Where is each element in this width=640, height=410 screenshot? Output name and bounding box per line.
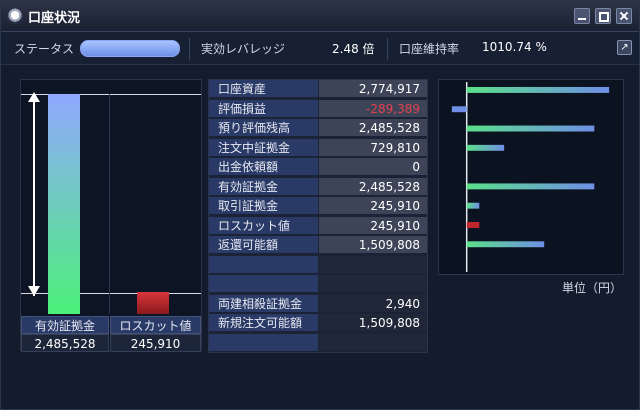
divider [189, 38, 190, 60]
chart-bar [466, 144, 505, 151]
maximize-button[interactable] [595, 8, 611, 24]
external-link-icon[interactable]: ↗ [617, 40, 632, 55]
margin-gauge: 有効証拠金 ロスカット値 2,485,528 245,910 [20, 79, 202, 352]
row-value: 729,810 [319, 138, 427, 157]
chart-bar [466, 241, 545, 248]
row-label [209, 255, 318, 274]
row-label: 口座資産 [209, 80, 318, 98]
row-value: 2,940 [319, 294, 427, 313]
table-row: 注文中証拠金 729,810 [209, 138, 427, 158]
status-label: ステータス [14, 42, 75, 56]
row-label: 両建相殺証拠金 [209, 294, 318, 313]
effective-margin-label: 有効証拠金 [21, 316, 109, 334]
table-row: 口座資産 2,774,917 [209, 80, 427, 99]
app-icon [7, 8, 23, 24]
row-label [209, 333, 318, 352]
row-value [319, 255, 427, 274]
row-label: 評価損益 [209, 99, 318, 118]
row-label [209, 275, 318, 293]
balance-bar-chart [438, 79, 624, 275]
row-value: 1,509,808 [319, 236, 427, 254]
row-label: 注文中証拠金 [209, 138, 318, 157]
chart-bar [466, 222, 480, 228]
account-table: 口座資産 2,774,917 評価損益 -289,389 預り評価残高 2,485,528… [208, 79, 428, 353]
maintenance-rate-value: 1010.74 % [482, 40, 547, 54]
chart-unit-label: 単位（円） [562, 281, 623, 295]
losscut-label: ロスカット値 [110, 316, 201, 334]
status-bar: ステータス 実効レバレッジ 2.48 倍 口座維持率 1010.74 % [1, 32, 639, 65]
table-row: 評価損益 -289,389 [209, 99, 427, 119]
close-button[interactable] [616, 8, 632, 24]
chart-bar [466, 125, 595, 132]
row-label: 預り評価残高 [209, 119, 318, 137]
chart-bar [466, 86, 610, 93]
divider [387, 38, 388, 60]
row-value [319, 275, 427, 293]
table-row: 預り評価残高 2,485,528 [209, 119, 427, 138]
gauge-divider [109, 94, 110, 314]
minimize-button[interactable] [574, 8, 590, 24]
leverage-label: 実効レバレッジ [201, 42, 286, 56]
table-row: 両建相殺証拠金 2,940 [209, 294, 427, 314]
title-bar[interactable]: 口座状況 [1, 1, 639, 32]
table-row [209, 275, 427, 294]
account-status-window: 口座状況 ステータス 実効レバレッジ 2.48 倍 口座維持率 1010.74 … [0, 0, 640, 410]
table-row: 新規注文可能額 1,509,808 [209, 314, 427, 333]
table-row [209, 255, 427, 275]
row-label: 新規注文可能額 [209, 314, 318, 332]
table-row: ロスカット値 245,910 [209, 216, 427, 236]
table-row: 取引証拠金 245,910 [209, 197, 427, 216]
row-value: 2,485,528 [319, 119, 427, 137]
maintenance-rate-label: 口座維持率 [399, 42, 460, 56]
window-title: 口座状況 [28, 11, 81, 26]
table-row [209, 333, 427, 353]
chart-bar [466, 202, 480, 209]
row-label: 有効証拠金 [209, 177, 318, 196]
losscut-bar [137, 292, 169, 314]
effective-margin-value: 2,485,528 [21, 334, 109, 352]
row-value: 2,774,917 [319, 80, 427, 98]
row-label: 返還可能額 [209, 236, 318, 254]
chart-bar [451, 106, 467, 113]
row-value: 245,910 [319, 216, 427, 235]
row-value: 1,509,808 [319, 314, 427, 332]
table-row: 出金依頼額 0 [209, 158, 427, 177]
row-label: 出金依頼額 [209, 158, 318, 176]
effective-margin-bar [48, 94, 80, 314]
arrow-down-icon [28, 286, 40, 296]
losscut-value: 245,910 [110, 334, 201, 352]
arrow-up-icon [28, 92, 40, 102]
row-value: 245,910 [319, 197, 427, 215]
row-value: 2,485,528 [319, 177, 427, 196]
row-value: -289,389 [319, 99, 427, 118]
table-row: 返還可能額 1,509,808 [209, 236, 427, 255]
table-row: 有効証拠金 2,485,528 [209, 177, 427, 197]
status-indicator [80, 40, 180, 57]
row-value: 0 [319, 158, 427, 176]
row-label: 取引証拠金 [209, 197, 318, 215]
row-label: ロスカット値 [209, 216, 318, 235]
chart-bar [466, 183, 595, 190]
row-value [319, 333, 427, 352]
leverage-value: 2.48 倍 [332, 42, 375, 56]
range-arrow [33, 98, 35, 296]
